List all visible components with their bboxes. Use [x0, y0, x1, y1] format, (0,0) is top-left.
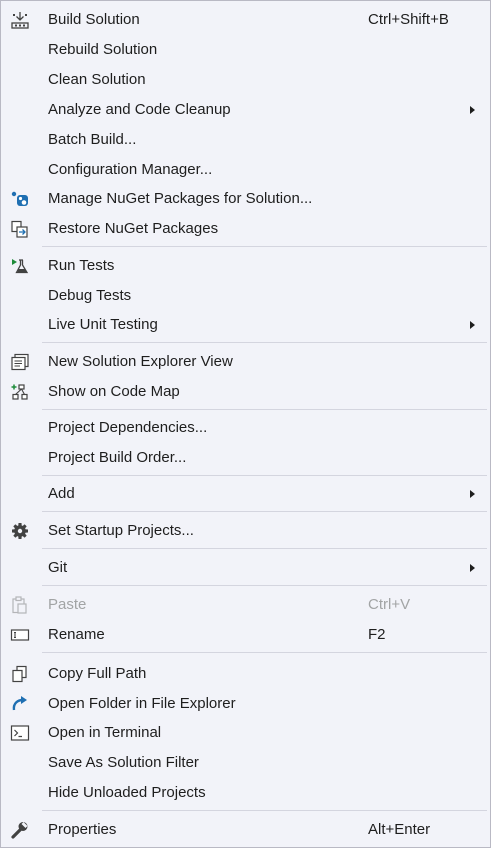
menu-item-label: Paste — [48, 596, 87, 613]
menu-item-label: Project Build Order... — [48, 449, 187, 466]
terminal-icon — [10, 724, 30, 742]
submenu-arrow-icon — [470, 106, 475, 114]
submenu-arrow-icon — [470, 564, 475, 572]
submenu-arrow-icon — [470, 321, 475, 329]
menu-item-show-on-code-map[interactable]: Show on Code Map — [2, 377, 489, 407]
menu-item-label: Manage NuGet Packages for Solution... — [48, 190, 313, 207]
menu-item-label: Run Tests — [48, 257, 115, 274]
build-icon — [10, 11, 30, 29]
menu-item-configuration-manager[interactable]: Configuration Manager... — [2, 155, 489, 185]
menu-item-open-folder-in-file-explorer[interactable]: Open Folder in File Explorer — [2, 689, 489, 719]
menu-item-label: Open in Terminal — [48, 724, 162, 741]
menu-item-label: Restore NuGet Packages — [48, 220, 219, 237]
menu-item-analyze-code-cleanup[interactable]: Analyze and Code Cleanup — [2, 95, 489, 125]
menu-item-label: Save As Solution Filter — [48, 754, 199, 771]
menu-item-new-solution-explorer-view[interactable]: New Solution Explorer View — [2, 347, 489, 377]
menu-item-live-unit-testing[interactable]: Live Unit Testing — [2, 310, 489, 340]
menu-item-restore-nuget-packages[interactable]: Restore NuGet Packages — [2, 214, 489, 244]
menu-separator — [42, 342, 487, 343]
menu-item-hide-unloaded-projects[interactable]: Hide Unloaded Projects — [2, 778, 489, 808]
menu-item-label: Live Unit Testing — [48, 316, 158, 333]
menu-separator — [42, 548, 487, 549]
menu-item-rename[interactable]: Rename F2 — [2, 620, 489, 650]
menu-separator — [42, 810, 487, 811]
menu-item-label: Hide Unloaded Projects — [48, 784, 206, 801]
menu-item-label: Open Folder in File Explorer — [48, 695, 236, 712]
menu-item-label: Project Dependencies... — [48, 419, 208, 436]
menu-item-rebuild-solution[interactable]: Rebuild Solution — [2, 35, 489, 65]
menu-item-label: Clean Solution — [48, 71, 146, 88]
code-map-icon — [10, 383, 30, 401]
menu-item-paste: Paste Ctrl+V — [2, 590, 489, 620]
menu-item-open-in-terminal[interactable]: Open in Terminal — [2, 718, 489, 748]
restore-packages-icon — [10, 220, 30, 238]
menu-item-shortcut: F2 — [368, 626, 386, 643]
menu-item-label: Configuration Manager... — [48, 161, 213, 178]
menu-separator — [42, 475, 487, 476]
menu-item-label: Analyze and Code Cleanup — [48, 101, 231, 118]
menu-item-project-build-order[interactable]: Project Build Order... — [2, 443, 489, 473]
menu-item-save-as-solution-filter[interactable]: Save As Solution Filter — [2, 748, 489, 778]
menu-separator — [42, 246, 487, 247]
menu-item-label: Git — [48, 559, 68, 576]
menu-item-shortcut: Ctrl+V — [368, 596, 411, 613]
menu-item-build-solution[interactable]: Build Solution Ctrl+Shift+B — [2, 5, 489, 35]
menu-item-label: Rename — [48, 626, 105, 643]
menu-item-debug-tests[interactable]: Debug Tests — [2, 281, 489, 311]
menu-item-label: Set Startup Projects... — [48, 522, 194, 539]
open-folder-arrow-icon — [10, 695, 30, 713]
menu-item-add[interactable]: Add — [2, 479, 489, 509]
menu-item-label: Debug Tests — [48, 287, 132, 304]
menu-item-properties[interactable]: Properties Alt+Enter — [2, 815, 489, 845]
context-menu: Build Solution Ctrl+Shift+B Rebuild Solu… — [0, 0, 491, 848]
menu-item-label: Add — [48, 485, 75, 502]
menu-item-batch-build[interactable]: Batch Build... — [2, 125, 489, 155]
solution-explorer-view-icon — [10, 353, 30, 371]
menu-item-label: Properties — [48, 821, 117, 838]
menu-item-label: Copy Full Path — [48, 665, 147, 682]
menu-item-clean-solution[interactable]: Clean Solution — [2, 65, 489, 95]
copy-icon — [10, 665, 30, 683]
submenu-arrow-icon — [470, 490, 475, 498]
menu-item-label: Build Solution — [48, 11, 140, 28]
menu-item-manage-nuget-packages[interactable]: Manage NuGet Packages for Solution... — [2, 184, 489, 214]
menu-separator — [42, 652, 487, 653]
menu-item-shortcut: Ctrl+Shift+B — [368, 11, 449, 28]
gear-icon — [10, 522, 30, 540]
menu-separator — [42, 409, 487, 410]
menu-item-label: New Solution Explorer View — [48, 353, 233, 370]
menu-separator — [42, 511, 487, 512]
menu-item-label: Batch Build... — [48, 131, 137, 148]
menu-item-label: Rebuild Solution — [48, 41, 158, 58]
wrench-icon — [10, 821, 30, 839]
menu-item-shortcut: Alt+Enter — [368, 821, 431, 838]
paste-icon — [10, 596, 30, 614]
rename-icon — [10, 626, 30, 644]
menu-separator — [42, 585, 487, 586]
menu-item-set-startup-projects[interactable]: Set Startup Projects... — [2, 516, 489, 546]
menu-item-copy-full-path[interactable]: Copy Full Path — [2, 659, 489, 689]
menu-item-label: Show on Code Map — [48, 383, 180, 400]
menu-item-run-tests[interactable]: Run Tests — [2, 251, 489, 281]
run-tests-icon — [10, 257, 30, 275]
nuget-icon — [10, 190, 30, 208]
menu-item-project-dependencies[interactable]: Project Dependencies... — [2, 413, 489, 443]
menu-item-git[interactable]: Git — [2, 553, 489, 583]
